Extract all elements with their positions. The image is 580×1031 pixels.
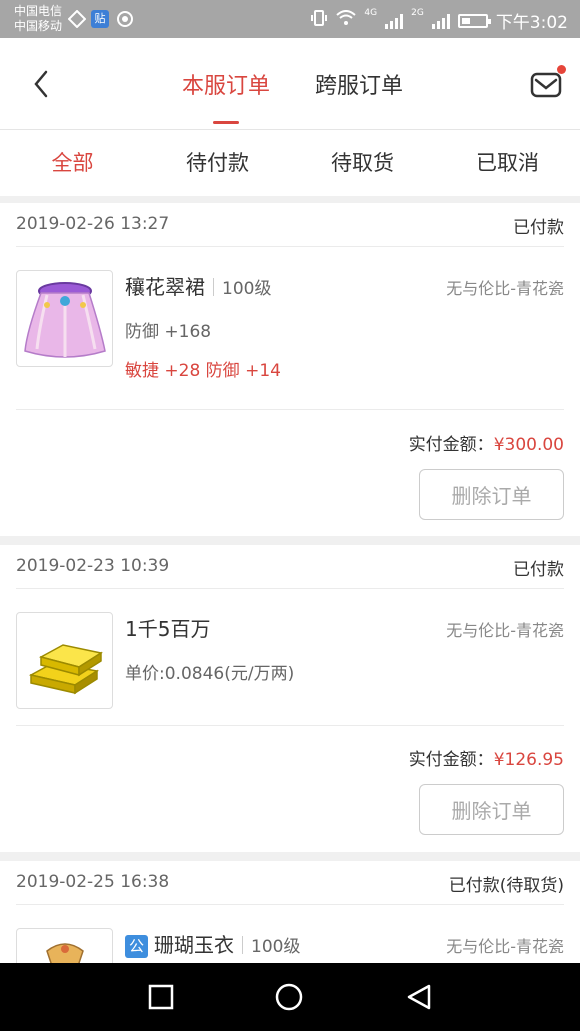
tieba-icon: 贴 <box>91 10 109 28</box>
order-date: 2019-02-23 10:39 <box>16 556 170 576</box>
bonus-attribute: 敏捷 +28 防御 +14 <box>125 361 281 381</box>
battery-icon <box>457 13 491 28</box>
paid-amount-row: 实付金额：¥126.95 <box>409 745 564 770</box>
item-title: 公珊瑚玉衣 100级 <box>125 929 300 958</box>
item-name: 1千5百万 <box>125 617 211 641</box>
public-badge: 公 <box>125 935 148 958</box>
chevron-left-icon <box>34 70 48 98</box>
item-name: 穰花翠裙 <box>125 275 205 299</box>
level-separator <box>213 278 214 296</box>
item-level: 100级 <box>251 937 301 957</box>
clock: 下午3:02 <box>495 13 568 33</box>
unit-price: 单价:0.0846(元/万两) <box>125 664 295 684</box>
paid-amount-row: 实付金额：¥300.00 <box>409 430 564 455</box>
item-thumbnail[interactable] <box>16 270 113 367</box>
filter-pending-payment[interactable]: 待付款 <box>145 130 290 196</box>
paid-amount: ¥126.95 <box>493 750 564 770</box>
paid-label: 实付金额： <box>408 750 494 770</box>
order-header: 2019-02-25 16:38 已付款(待取货) <box>16 861 564 905</box>
server-name: 无与伦比-青花瓷 <box>446 937 564 956</box>
order-status: 已付款 <box>513 560 564 580</box>
server-name: 无与伦比-青花瓷 <box>446 621 564 640</box>
order-date: 2019-02-25 16:38 <box>16 872 170 892</box>
order-header: 2019-02-23 10:39 已付款 <box>16 545 564 589</box>
item-level: 100级 <box>222 279 272 299</box>
carrier-mobile: 中国移动 <box>14 19 63 33</box>
order-date: 2019-02-26 13:27 <box>16 214 170 234</box>
order-card[interactable]: 2019-02-25 16:38 已付款(待取货) 公珊瑚玉衣 100级 无与伦比… <box>0 861 580 963</box>
square-icon <box>148 984 174 1010</box>
home-button[interactable] <box>275 983 303 1011</box>
vibrate-icon <box>310 9 328 32</box>
signal-icon-2 <box>431 13 450 29</box>
item-thumbnail[interactable] <box>16 612 113 709</box>
system-nav-bar <box>0 963 580 1031</box>
triangle-back-icon <box>407 984 431 1010</box>
carrier-labels: 中国电信 中国移动 <box>14 4 62 34</box>
order-header: 2019-02-26 13:27 已付款 <box>16 203 564 247</box>
order-status: 已付款 <box>513 218 564 238</box>
item-title: 穰花翠裙 100级 <box>125 271 271 300</box>
paid-amount: ¥300.00 <box>493 435 564 455</box>
signal-icon-1 <box>385 13 404 29</box>
network-type-2: 2G <box>411 8 424 18</box>
delete-order-button[interactable]: 删除订单 <box>419 784 564 835</box>
back-button[interactable] <box>28 66 58 102</box>
network-type-1: 4G <box>364 8 378 18</box>
order-card[interactable]: 2019-02-23 10:39 已付款 1千5百万 无与伦比-青花瓷 单价:0… <box>0 545 580 852</box>
carrier-telecom: 中国电信 <box>14 4 63 18</box>
tab-local-orders[interactable]: 本服订单 <box>182 68 270 100</box>
circle-icon <box>275 983 303 1011</box>
order-status: 已付款(待取货) <box>448 876 564 896</box>
status-right: 4G 2G 下午3:02 <box>310 8 568 33</box>
order-filter-tabs: 全部 待付款 待取货 已取消 <box>0 130 580 196</box>
level-separator <box>242 936 243 954</box>
status-bar: 中国电信 中国移动 贴 4G 2G 下午3:02 <box>0 0 580 38</box>
diamond-icon <box>67 9 87 29</box>
tab-cross-server-orders[interactable]: 跨服订单 <box>315 68 403 100</box>
paid-label: 实付金额： <box>408 435 494 455</box>
wifi-icon <box>336 10 357 31</box>
app-header: 本服订单 跨服订单 <box>0 38 580 130</box>
unread-dot <box>557 65 566 74</box>
filter-all[interactable]: 全部 <box>0 130 145 196</box>
shield-icon <box>116 10 134 28</box>
gold-ingot-icon <box>28 644 103 695</box>
recent-apps-button[interactable] <box>147 983 175 1011</box>
order-card[interactable]: 2019-02-26 13:27 已付款 穰花翠裙 100级 无与伦比-青花瓷 防… <box>0 203 580 536</box>
server-name: 无与伦比-青花瓷 <box>446 279 564 298</box>
robe-icon <box>46 943 84 963</box>
filter-pending-pickup[interactable]: 待取货 <box>290 130 435 196</box>
filter-cancelled[interactable]: 已取消 <box>435 130 580 196</box>
skirt-icon <box>24 282 106 358</box>
divider <box>16 725 564 726</box>
base-attribute: 防御 +168 <box>125 322 212 342</box>
back-nav-button[interactable] <box>405 983 433 1011</box>
divider <box>16 409 564 410</box>
delete-order-button[interactable]: 删除订单 <box>419 469 564 520</box>
active-tab-indicator <box>213 121 239 124</box>
item-thumbnail[interactable] <box>16 928 113 963</box>
item-name: 珊瑚玉衣 <box>154 933 234 957</box>
